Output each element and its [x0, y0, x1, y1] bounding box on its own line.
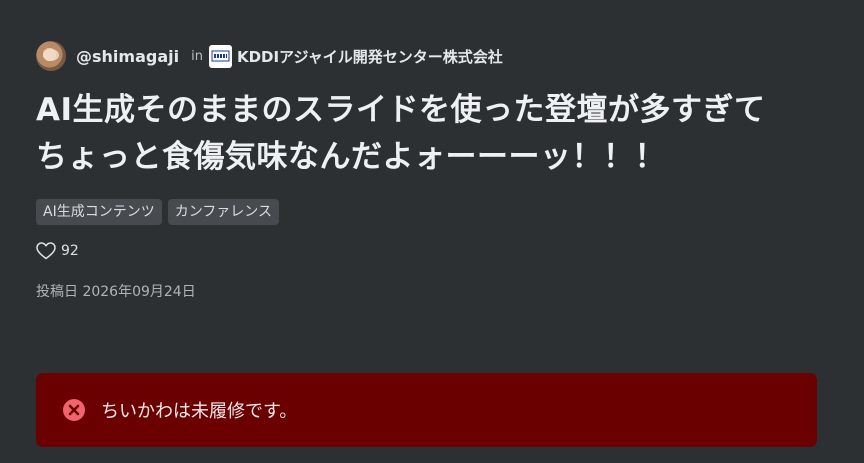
- tag-ai-content[interactable]: AI生成コンテンツ: [36, 199, 162, 225]
- kddi-logo-icon[interactable]: [208, 44, 232, 68]
- article-header: @shimagaji in KDDIアジャイル開発センター株式会社 AI生成その…: [36, 40, 826, 301]
- like-count: 92: [61, 243, 79, 259]
- error-alert: ちいかわは未履修です。: [36, 373, 817, 447]
- in-label: in: [191, 48, 203, 64]
- tag-list: AI生成コンテンツ カンファレンス: [36, 199, 826, 225]
- tag-conference[interactable]: カンファレンス: [167, 199, 280, 225]
- heart-icon[interactable]: [36, 242, 56, 260]
- organization-name-link[interactable]: KDDIアジャイル開発センター株式会社: [237, 46, 503, 67]
- page-title: AI生成そのままのスライドを使った登壇が多すぎて ちょっと食傷気味なんだよォーー…: [36, 87, 826, 181]
- author-row: @shimagaji in KDDIアジャイル開発センター株式会社: [36, 40, 826, 72]
- posted-date: 投稿日 2026年09月24日: [36, 281, 826, 301]
- like-area: 92: [36, 239, 826, 263]
- error-circle-icon: [63, 399, 85, 421]
- posted-label: 投稿日: [36, 284, 78, 300]
- alert-message: ちいかわは未履修です。: [101, 401, 298, 422]
- posted-date-value: 2026年09月24日: [82, 284, 196, 300]
- title-line-2: ちょっと食傷気味なんだよォーーーッ！！！: [36, 139, 666, 175]
- avatar[interactable]: [36, 41, 66, 71]
- author-username-link[interactable]: @shimagaji: [76, 47, 179, 66]
- title-line-1: AI生成そのままのスライドを使った登壇が多すぎて: [36, 92, 766, 128]
